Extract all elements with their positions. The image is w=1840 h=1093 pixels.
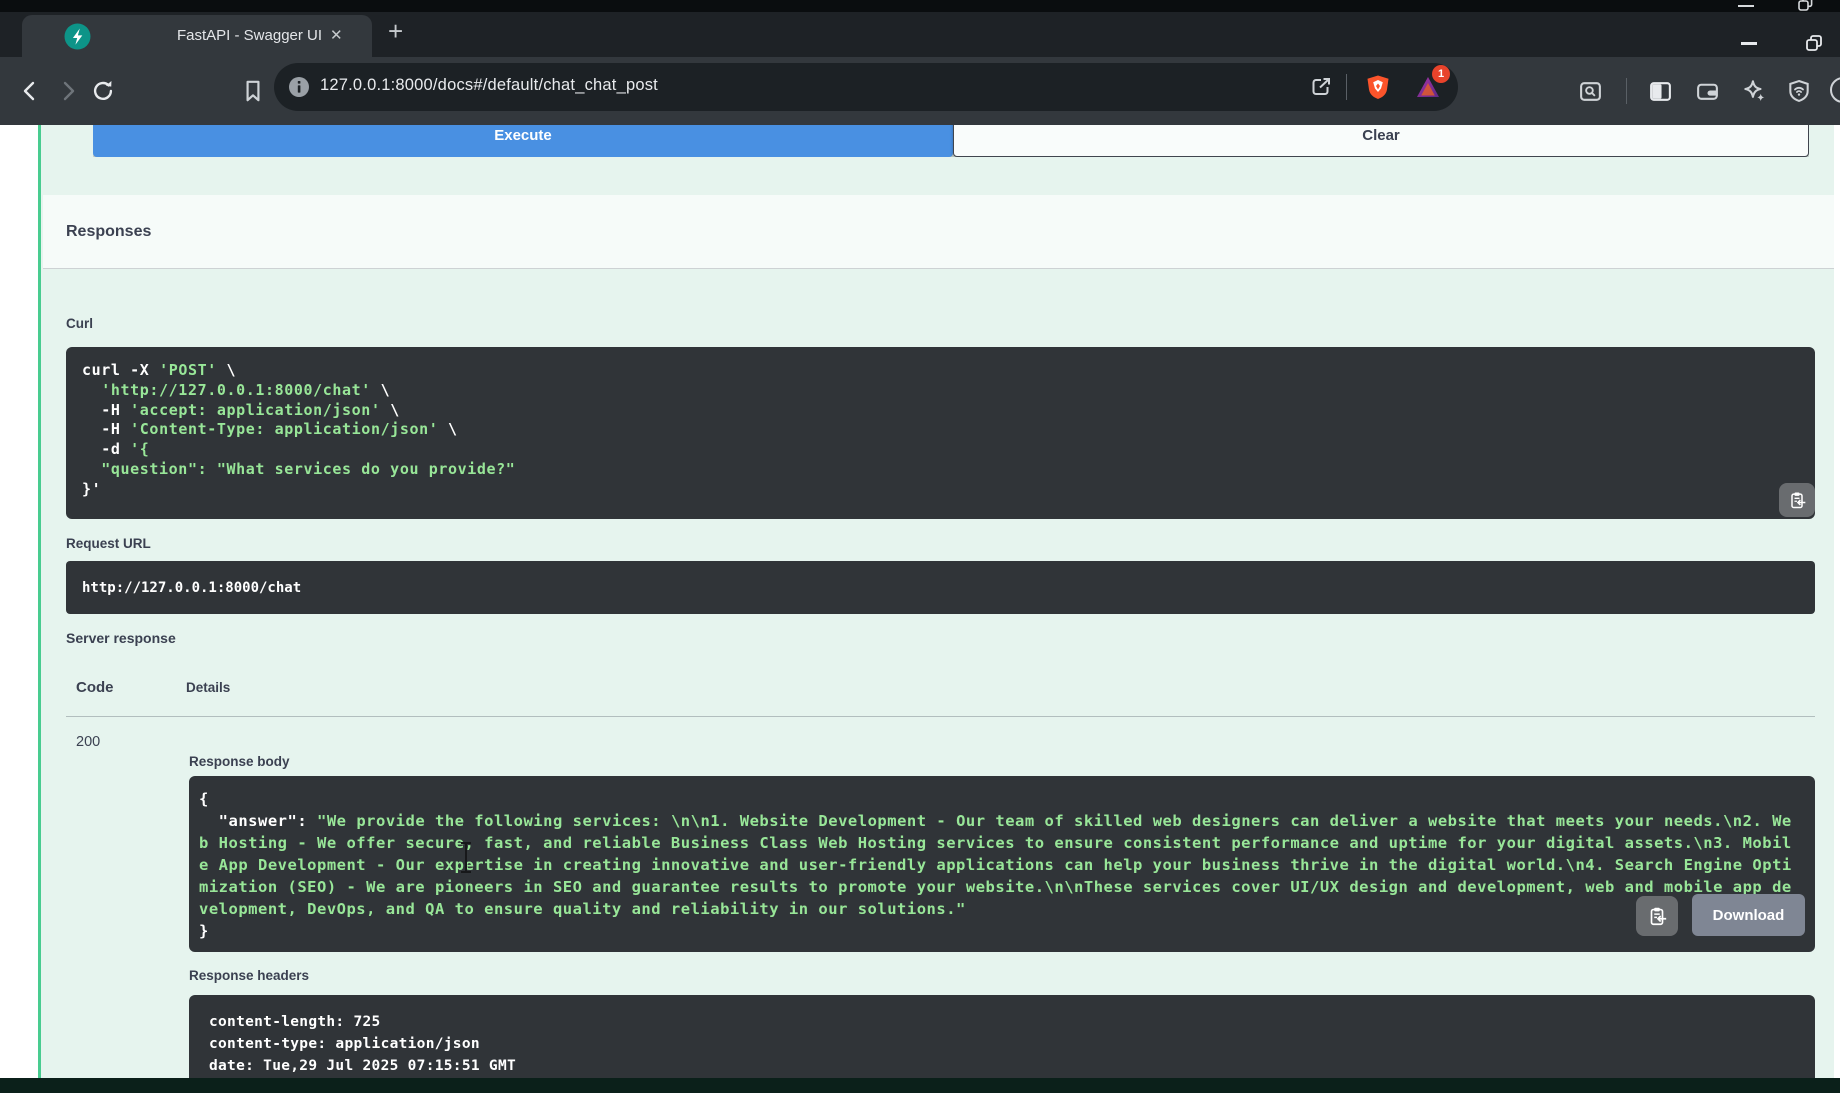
response-body-label: Response body [189, 754, 290, 769]
browser-window: FastAPI - Swagger UI ✕ + [0, 0, 1840, 1093]
vpn-shield-icon[interactable] [1786, 78, 1812, 104]
curl-block: curl -X 'POST' \ 'http://127.0.0.1:8000/… [66, 347, 1815, 519]
wallet-icon[interactable] [1695, 79, 1720, 104]
brave-rewards-button[interactable]: 1 [1414, 73, 1444, 103]
find-in-page-icon[interactable] [1578, 79, 1603, 104]
forward-icon[interactable] [56, 79, 80, 103]
bottom-bar [0, 1078, 1840, 1093]
request-url-label: Request URL [66, 536, 151, 551]
reload-icon[interactable] [90, 78, 116, 104]
request-url-value: http://127.0.0.1:8000/chat [82, 580, 301, 596]
details-column-header: Details [186, 680, 230, 695]
tab-title: FastAPI - Swagger UI [177, 27, 322, 44]
response-headers-list: content-length: 725content-type: applica… [209, 1011, 1795, 1077]
back-icon[interactable] [18, 79, 42, 103]
url-bar[interactable]: 127.0.0.1:8000/docs#/default/chat_chat_p… [274, 63, 1458, 111]
responses-section-header: Responses [43, 195, 1834, 269]
server-response-label: Server response [66, 630, 176, 646]
window-title-strip [0, 0, 1840, 12]
tab-close-icon[interactable]: ✕ [330, 26, 343, 44]
restore-icon[interactable] [1797, 0, 1815, 12]
tab-bar: FastAPI - Swagger UI ✕ + [0, 12, 1840, 57]
profile-avatar[interactable] [1830, 77, 1840, 103]
swagger-page: Execute Clear Responses Curl curl -X 'PO… [0, 125, 1840, 1078]
url-text[interactable]: 127.0.0.1:8000/docs#/default/chat_chat_p… [320, 76, 658, 95]
table-header-rule [66, 716, 1815, 717]
new-tab-icon[interactable]: + [388, 16, 403, 47]
download-button[interactable]: Download [1692, 894, 1805, 936]
text-cursor [465, 842, 467, 873]
request-url-block: http://127.0.0.1:8000/chat [66, 561, 1815, 614]
window-minimize-icon[interactable] [1741, 42, 1757, 45]
response-headers-label: Response headers [189, 968, 309, 983]
curl-command: curl -X 'POST' \ 'http://127.0.0.1:8000/… [82, 361, 1799, 500]
response-body-json: { "answer": "We provide the following se… [199, 788, 1805, 942]
execute-clear-row: Execute Clear [93, 125, 1809, 157]
urlbar-divider [1346, 74, 1347, 100]
clipboard-copy-icon [1646, 905, 1668, 927]
execute-button[interactable]: Execute [93, 125, 953, 157]
opblock-post-chat: Execute Clear Responses Curl curl -X 'PO… [38, 125, 1834, 1078]
copy-response-button[interactable] [1636, 896, 1678, 936]
clipboard-copy-icon [1787, 490, 1807, 510]
copy-curl-button[interactable] [1779, 483, 1815, 517]
response-body-block: { "answer": "We provide the following se… [189, 776, 1815, 952]
sidebar-icon[interactable] [1648, 79, 1673, 104]
bookmark-icon[interactable] [240, 78, 266, 104]
toolbar-divider [1626, 78, 1627, 104]
fastapi-favicon-icon [64, 23, 91, 50]
share-icon[interactable] [1309, 75, 1333, 99]
responses-title: Responses [66, 223, 151, 241]
minimize-icon[interactable] [1738, 5, 1754, 7]
leo-ai-sparkle-icon[interactable] [1741, 78, 1767, 104]
brave-shields-icon[interactable] [1364, 73, 1392, 101]
tab-fastapi-swagger[interactable]: FastAPI - Swagger UI ✕ [22, 15, 372, 57]
clear-button[interactable]: Clear [953, 125, 1809, 157]
site-info-icon[interactable] [288, 76, 310, 98]
rewards-badge: 1 [1432, 65, 1450, 83]
curl-label: Curl [66, 316, 93, 331]
code-column-header: Code [76, 679, 114, 696]
window-restore-icon[interactable] [1804, 33, 1824, 53]
status-code: 200 [76, 734, 100, 750]
browser-toolbar: 127.0.0.1:8000/docs#/default/chat_chat_p… [0, 57, 1840, 125]
